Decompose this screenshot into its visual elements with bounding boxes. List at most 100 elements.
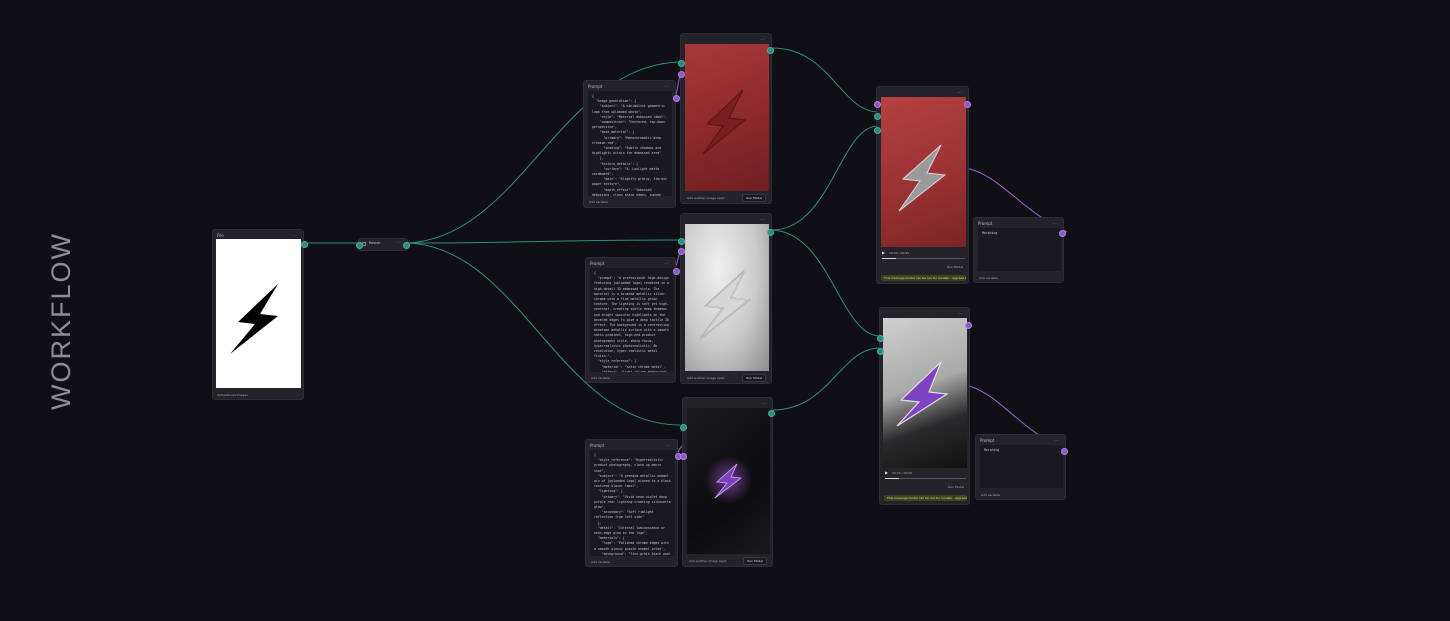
- prompt-output-port[interactable]: [673, 268, 680, 275]
- image-node-2[interactable]: ··· Add another image input Run Model: [678, 213, 774, 384]
- wire-image1-video1: [771, 47, 878, 113]
- end-frame-port[interactable]: [877, 348, 884, 355]
- file-node[interactable]: File ··· Upload/Load Images: [212, 229, 308, 400]
- add-image-input-button[interactable]: Add another image input: [687, 196, 724, 200]
- image-output-port[interactable]: [768, 410, 775, 417]
- credits-warning-banner: This message model can be run for models…: [884, 495, 967, 501]
- resize-node-title: Resize: [369, 241, 381, 245]
- video-node-2[interactable]: ··· ▶ 00:00 / 00:05 Run Model This messa…: [877, 307, 972, 505]
- node-menu-icon[interactable]: ···: [958, 310, 963, 318]
- prompt-text-area[interactable]: { "style_reference": "Hyperrealistic pro…: [590, 450, 675, 556]
- generated-image-silver: [685, 224, 769, 371]
- image-input-port[interactable]: [678, 60, 685, 67]
- start-frame-port[interactable]: [874, 113, 881, 120]
- prompt-node-2[interactable]: Prompt ··· { "prompt": "A professional hi…: [585, 257, 680, 383]
- prompt-node-1[interactable]: Prompt ··· { "image_generation": { "subje…: [583, 80, 680, 208]
- lightning-bolt-icon: [702, 89, 747, 155]
- add-variable-button[interactable]: Add variable: [591, 560, 610, 564]
- video-output-port[interactable]: [964, 101, 971, 108]
- prompt-text-area[interactable]: Morphing: [978, 228, 1061, 271]
- wire-resize-image2: [405, 239, 681, 244]
- add-image-input-button[interactable]: Add another image input: [689, 559, 726, 563]
- prompt-input-port[interactable]: [678, 248, 685, 255]
- generated-image-red: [685, 44, 769, 191]
- video-preview-red: [881, 97, 966, 247]
- prompt-node-title: Prompt: [588, 84, 603, 89]
- run-model-button[interactable]: Run Model: [948, 485, 964, 489]
- node-menu-icon[interactable]: ···: [1054, 437, 1059, 445]
- run-model-button[interactable]: Run Model: [743, 557, 767, 565]
- node-menu-icon[interactable]: ···: [760, 36, 765, 44]
- video-progress-slider[interactable]: [885, 478, 966, 479]
- prompt-output-port[interactable]: [1059, 230, 1066, 237]
- video-time: 00:00 / 00:05: [892, 471, 913, 475]
- prompt-input-port[interactable]: [680, 453, 687, 460]
- prompt-text-area[interactable]: Morphing: [980, 445, 1063, 488]
- image-output-port[interactable]: [767, 229, 774, 236]
- node-menu-icon[interactable]: ···: [761, 400, 766, 408]
- generated-image-purple: [687, 408, 770, 554]
- uploaded-logo-image: [216, 239, 301, 388]
- image-node-1[interactable]: ··· Add another image input Run Model: [678, 33, 774, 204]
- end-frame-port[interactable]: [874, 127, 881, 134]
- lightning-bolt-icon: [705, 456, 753, 504]
- file-node-footer[interactable]: Upload/Load Images: [217, 393, 248, 397]
- add-variable-button[interactable]: Add variable: [979, 276, 998, 280]
- add-image-input-button[interactable]: Add another image input: [687, 376, 724, 380]
- lightning-bolt-icon: [896, 361, 949, 427]
- prompt-text: Morphing: [984, 448, 1000, 452]
- run-model-button[interactable]: Run Model: [947, 265, 963, 269]
- wire-image2-video2: [771, 229, 881, 337]
- run-model-button[interactable]: Run Model: [742, 374, 766, 382]
- image-node-3[interactable]: ··· Add another image input Run Model: [680, 397, 775, 567]
- node-menu-icon[interactable]: ···: [397, 240, 401, 245]
- run-model-button[interactable]: Run Model: [742, 194, 766, 202]
- file-node-title: File: [217, 233, 224, 238]
- prompt-node-title: Prompt: [980, 438, 995, 443]
- node-menu-icon[interactable]: ···: [664, 83, 669, 91]
- prompt-node-title: Prompt: [978, 221, 993, 226]
- prompt-text-area[interactable]: { "prompt": "A professional high-design …: [590, 268, 673, 372]
- wire-image2-video1: [771, 125, 878, 231]
- workflow-canvas[interactable]: WORKFLOW File ··· Upload/Load Images Resi…: [0, 0, 1450, 621]
- prompt-node-3[interactable]: Prompt ··· { "style_reference": "Hyperrea…: [585, 439, 682, 567]
- video-output-port[interactable]: [965, 322, 972, 329]
- prompt-input-port[interactable]: [678, 71, 685, 78]
- add-variable-button[interactable]: Add variable: [591, 376, 610, 380]
- morph-prompt-node-1[interactable]: Prompt ··· Morphing Add variable: [973, 217, 1066, 283]
- video-progress-slider[interactable]: [882, 258, 965, 259]
- resize-output-port[interactable]: [403, 242, 410, 249]
- add-variable-button[interactable]: Add variable: [981, 493, 1000, 497]
- prompt-output-port[interactable]: [1061, 448, 1068, 455]
- wire-image3-video2: [771, 347, 881, 411]
- resize-node[interactable]: Resize ···: [356, 238, 410, 251]
- video-time: 00:00 / 00:05: [889, 251, 910, 255]
- node-menu-icon[interactable]: ···: [957, 89, 962, 97]
- workflow-title: WORKFLOW: [46, 232, 76, 410]
- prompt-text: { "prompt": "A professional high-design …: [594, 271, 669, 372]
- prompt-text-area[interactable]: { "image_generation": { "subject": "A mi…: [588, 91, 672, 196]
- image-output-port[interactable]: [767, 47, 774, 54]
- image-input-port[interactable]: [678, 238, 685, 245]
- node-menu-icon[interactable]: ···: [664, 260, 669, 268]
- image-input-port[interactable]: [680, 424, 687, 431]
- video-node-1[interactable]: ··· ▶ 00:00 / 00:05 Run Model This messa…: [874, 86, 971, 284]
- play-icon[interactable]: ▶: [882, 250, 885, 255]
- node-menu-icon[interactable]: ···: [760, 216, 765, 224]
- prompt-output-port[interactable]: [673, 95, 680, 102]
- lightning-bolt-icon: [230, 284, 278, 354]
- node-menu-icon[interactable]: ···: [666, 442, 671, 450]
- resize-input-port[interactable]: [356, 242, 363, 249]
- add-variable-button[interactable]: Add variable: [589, 200, 608, 204]
- file-output-port[interactable]: [301, 241, 308, 248]
- node-menu-icon[interactable]: ···: [1052, 220, 1057, 228]
- play-icon[interactable]: ▶: [885, 470, 888, 475]
- prompt-input-port[interactable]: [874, 101, 881, 108]
- start-frame-port[interactable]: [877, 335, 884, 342]
- prompt-node-title: Prompt: [590, 443, 605, 448]
- credits-warning-banner: This message model can be run for models…: [881, 275, 966, 281]
- prompt-node-title: Prompt: [590, 261, 605, 266]
- prompt-text: Morphing: [982, 231, 998, 235]
- lightning-bolt-icon: [898, 144, 947, 212]
- morph-prompt-node-2[interactable]: Prompt ··· Morphing Add variable: [975, 434, 1068, 500]
